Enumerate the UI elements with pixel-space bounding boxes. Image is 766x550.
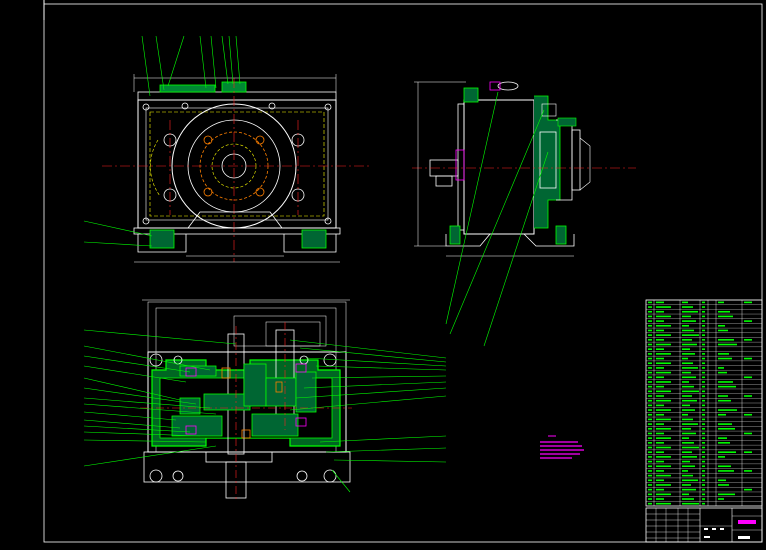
- side-view: [412, 81, 636, 347]
- parts-list-table: [645, 299, 763, 507]
- top-section-view: [83, 299, 447, 500]
- drawing-border: [43, 0, 763, 543]
- front-view: [83, 35, 372, 263]
- title-block: [645, 507, 763, 543]
- gearbox-assembly-drawing: [43, 0, 763, 543]
- technical-notes: [540, 435, 584, 459]
- cad-drawing-canvas[interactable]: [0, 0, 766, 546]
